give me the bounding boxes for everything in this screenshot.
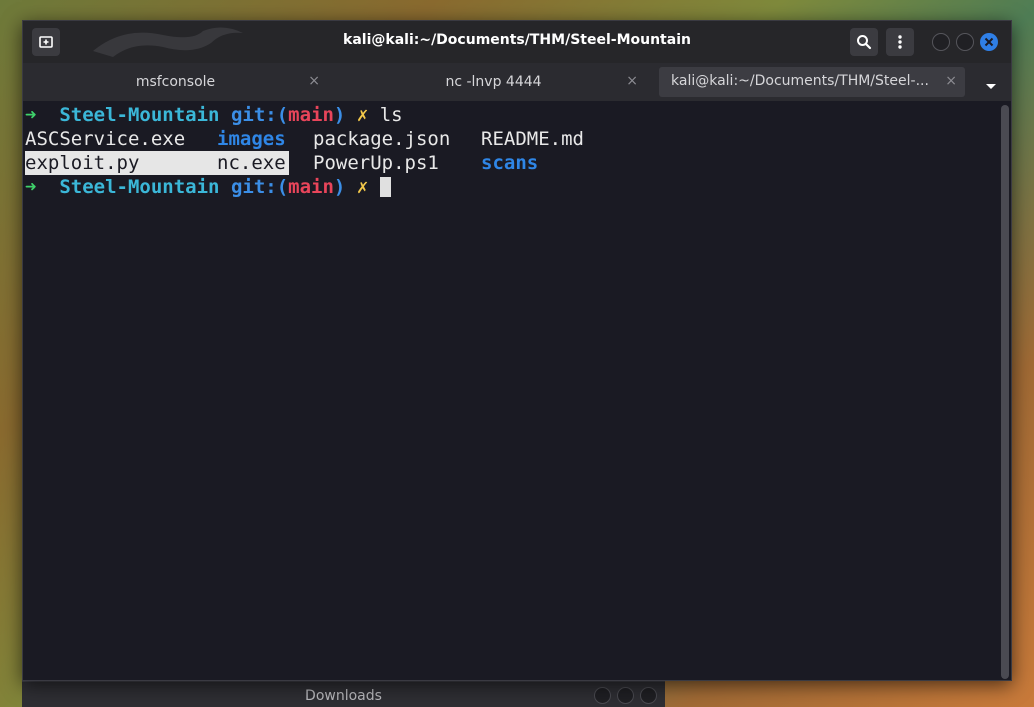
command-text: ls xyxy=(379,104,403,126)
file-entry: PowerUp.ps1 xyxy=(313,152,439,174)
menu-button[interactable] xyxy=(886,28,914,56)
tab-close-icon[interactable]: × xyxy=(626,73,638,89)
background-window[interactable]: Downloads xyxy=(22,681,665,707)
prompt-dirty-marker: ✗ xyxy=(356,104,369,126)
prompt-arrow: ➜ xyxy=(25,104,37,126)
prompt-line: ➜ Steel-Mountain git:(main) ✗ xyxy=(25,175,997,199)
prompt-directory: Steel-Mountain xyxy=(59,104,220,126)
kebab-menu-icon xyxy=(898,35,902,49)
prompt-branch: main xyxy=(288,176,334,198)
directory-entry: images xyxy=(217,128,286,150)
maximize-icon[interactable] xyxy=(617,687,634,704)
tab-label: msfconsole xyxy=(135,74,216,90)
tab-close-icon[interactable]: × xyxy=(308,73,320,89)
file-entry-selected: nc.exe xyxy=(217,151,289,175)
tab-label: nc -lnvp 4444 xyxy=(445,74,542,90)
tab-msfconsole[interactable]: msfconsole × xyxy=(23,67,328,97)
tab-bar: msfconsole × nc -lnvp 4444 × kali@kali:~… xyxy=(23,63,1011,101)
ls-output-row: ASCService.exe images package.json READM… xyxy=(25,127,997,151)
close-icon xyxy=(984,37,994,47)
close-button[interactable] xyxy=(980,33,998,51)
prompt-branch: main xyxy=(288,104,334,126)
directory-entry: scans xyxy=(481,152,539,174)
prompt-git-close: ) xyxy=(333,176,346,198)
maximize-button[interactable] xyxy=(956,33,974,51)
minimize-button[interactable] xyxy=(932,33,950,51)
close-icon[interactable] xyxy=(640,687,657,704)
tab-list-dropdown[interactable] xyxy=(985,76,997,95)
prompt-git-close: ) xyxy=(333,104,346,126)
prompt-line: ➜ Steel-Mountain git:(main) ✗ ls xyxy=(25,103,997,127)
ls-output-row: exploit.py nc.exe PowerUp.ps1 scans xyxy=(25,151,997,175)
minimize-icon[interactable] xyxy=(594,687,611,704)
prompt-git: git:( xyxy=(230,104,289,126)
terminal-window: kali@kali:~/Documents/THM/Steel-Mountain… xyxy=(22,20,1012,681)
file-entry-selected: exploit.py xyxy=(25,151,217,175)
tab-label: kali@kali:~/Documents/THM/Steel-... xyxy=(671,73,929,89)
file-entry: ASCService.exe xyxy=(25,128,186,150)
chevron-down-icon xyxy=(986,84,996,89)
tab-active-shell[interactable]: kali@kali:~/Documents/THM/Steel-... × xyxy=(659,67,965,97)
prompt-arrow: ➜ xyxy=(25,176,37,198)
search-icon xyxy=(857,35,872,50)
text-cursor xyxy=(379,177,391,197)
search-button[interactable] xyxy=(850,28,878,56)
scrollbar[interactable] xyxy=(1001,105,1009,679)
file-entry: README.md xyxy=(481,128,584,150)
tab-close-icon[interactable]: × xyxy=(945,73,957,89)
tab-nc-listener[interactable]: nc -lnvp 4444 × xyxy=(341,67,646,97)
titlebar[interactable]: kali@kali:~/Documents/THM/Steel-Mountain xyxy=(23,21,1011,63)
prompt-git: git:( xyxy=(230,176,289,198)
background-window-title: Downloads xyxy=(305,688,382,704)
file-entry: package.json xyxy=(313,128,451,150)
prompt-directory: Steel-Mountain xyxy=(59,176,220,198)
background-window-controls xyxy=(594,687,657,704)
prompt-dirty-marker: ✗ xyxy=(356,176,369,198)
terminal-output[interactable]: ➜ Steel-Mountain git:(main) ✗ ls ASCServ… xyxy=(25,101,997,680)
